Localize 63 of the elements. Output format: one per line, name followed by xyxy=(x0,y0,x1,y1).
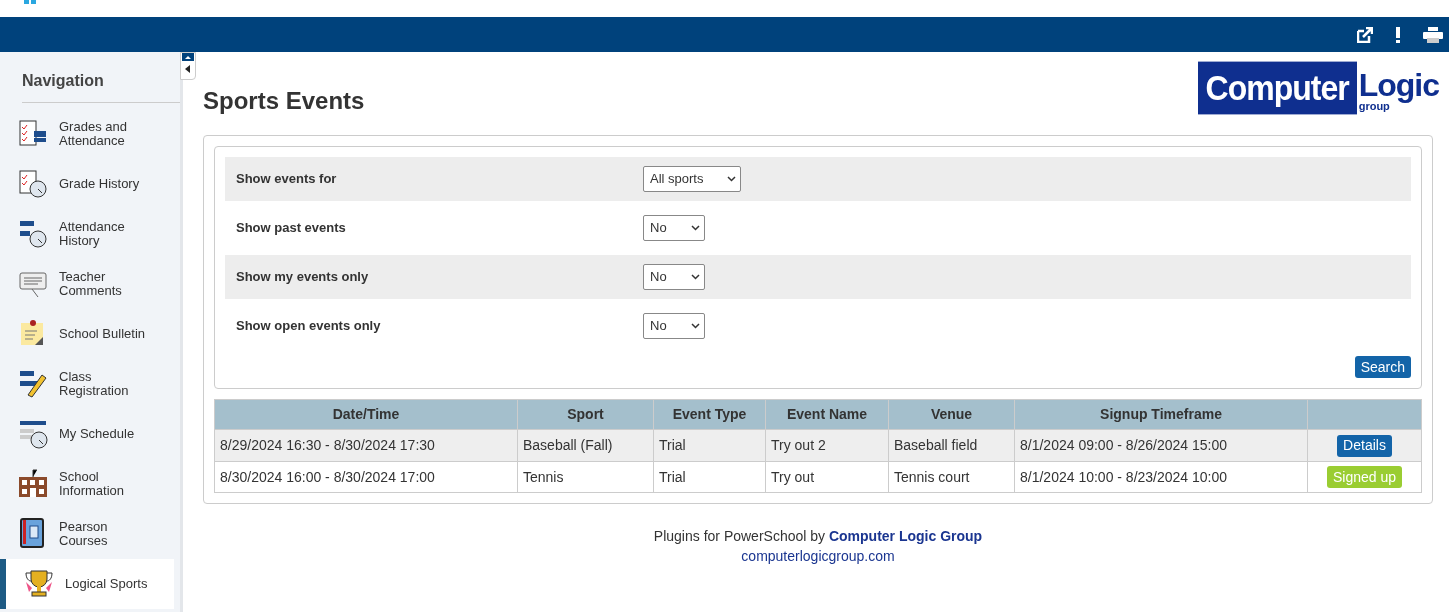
table-cell: Baseball field xyxy=(888,429,1015,462)
sidebar-title: Navigation xyxy=(22,72,104,89)
bars-clock-icon xyxy=(18,419,48,449)
table-cell: Try out 2 xyxy=(765,429,889,462)
table-cell: 8/1/2024 10:00 - 8/23/2024 10:00 xyxy=(1014,461,1308,493)
chevron-down-icon xyxy=(690,274,700,280)
chevron-down-icon xyxy=(690,225,700,231)
nav-item[interactable]: Class Registration xyxy=(0,359,174,409)
select-field[interactable]: All sports xyxy=(643,166,742,192)
checklist-desk-icon xyxy=(18,119,48,149)
footer-link[interactable]: Computer Logic Group xyxy=(828,528,983,544)
filter-label: Show events for xyxy=(235,170,338,189)
column-header: Signup Timeframe xyxy=(1014,399,1308,430)
nav-item[interactable]: School Information xyxy=(0,459,174,509)
collapse-toggle[interactable] xyxy=(180,52,196,80)
nav-item[interactable]: Pearson Courses xyxy=(0,509,174,559)
select-field[interactable]: No xyxy=(643,215,705,241)
column-header: Event Type xyxy=(653,399,766,430)
column-header: Sport xyxy=(517,399,654,430)
caret-left-icon xyxy=(185,65,191,73)
table-cell: Tennis xyxy=(517,461,654,493)
nav-item[interactable]: School Bulletin xyxy=(0,309,174,359)
details-button[interactable]: Details xyxy=(1337,434,1392,457)
bars-pencil-icon xyxy=(18,369,48,399)
footer-text: Plugins for PowerSchool by Computer Logic Group xyxy=(653,527,983,546)
nav-item[interactable]: My Schedule xyxy=(0,409,174,459)
column-header: Event Name xyxy=(765,399,889,430)
signed-up-badge: Signed up xyxy=(1326,466,1403,488)
table-cell: Trial xyxy=(653,461,766,493)
chevron-down-icon xyxy=(727,176,737,182)
table-cell: Try out xyxy=(765,461,889,493)
filter-label: Show past events xyxy=(235,219,347,238)
table-cell: 8/29/2024 16:30 - 8/30/2024 17:30 xyxy=(214,429,518,462)
app-icon xyxy=(24,0,38,5)
trophy-icon xyxy=(23,568,55,600)
nav-item[interactable]: Logical Sports xyxy=(0,559,174,609)
school-building-icon xyxy=(17,469,49,499)
select-field[interactable]: No xyxy=(643,313,705,339)
external-link-icon[interactable] xyxy=(1357,26,1373,43)
checklist-clock-icon xyxy=(18,169,48,199)
search-button[interactable]: Search xyxy=(1354,356,1411,378)
nav-item[interactable]: Teacher Comments xyxy=(0,259,174,309)
table-cell: Tennis court xyxy=(888,461,1015,493)
table-cell: 8/1/2024 09:00 - 8/26/2024 15:00 xyxy=(1014,429,1308,462)
nav-item[interactable]: Attendance History xyxy=(0,209,174,259)
select-field[interactable]: No xyxy=(643,264,705,290)
filter-label: Show open events only xyxy=(235,317,382,336)
nav-item[interactable]: Grades and Attendance xyxy=(0,109,174,159)
website-link[interactable]: computerlogicgroup.com xyxy=(741,546,895,566)
print-icon[interactable] xyxy=(1423,26,1443,43)
filter-label: Show my events only xyxy=(235,268,370,287)
table-cell: Baseball (Fall) xyxy=(517,429,654,462)
chevron-down-icon xyxy=(690,323,700,329)
table-cell: Trial xyxy=(653,429,766,462)
nav-item[interactable]: Grade History xyxy=(0,159,174,209)
comment-icon xyxy=(18,269,48,299)
company-logo: Computer Logic group xyxy=(1197,64,1439,112)
column-header: Venue xyxy=(888,399,1015,430)
column-header: Date/Time xyxy=(214,399,518,430)
table-cell: 8/30/2024 16:00 - 8/30/2024 17:00 xyxy=(214,461,518,493)
bars-clock-icon xyxy=(18,219,48,249)
alert-icon[interactable] xyxy=(1395,26,1401,43)
page-title: Sports Events xyxy=(203,86,365,116)
